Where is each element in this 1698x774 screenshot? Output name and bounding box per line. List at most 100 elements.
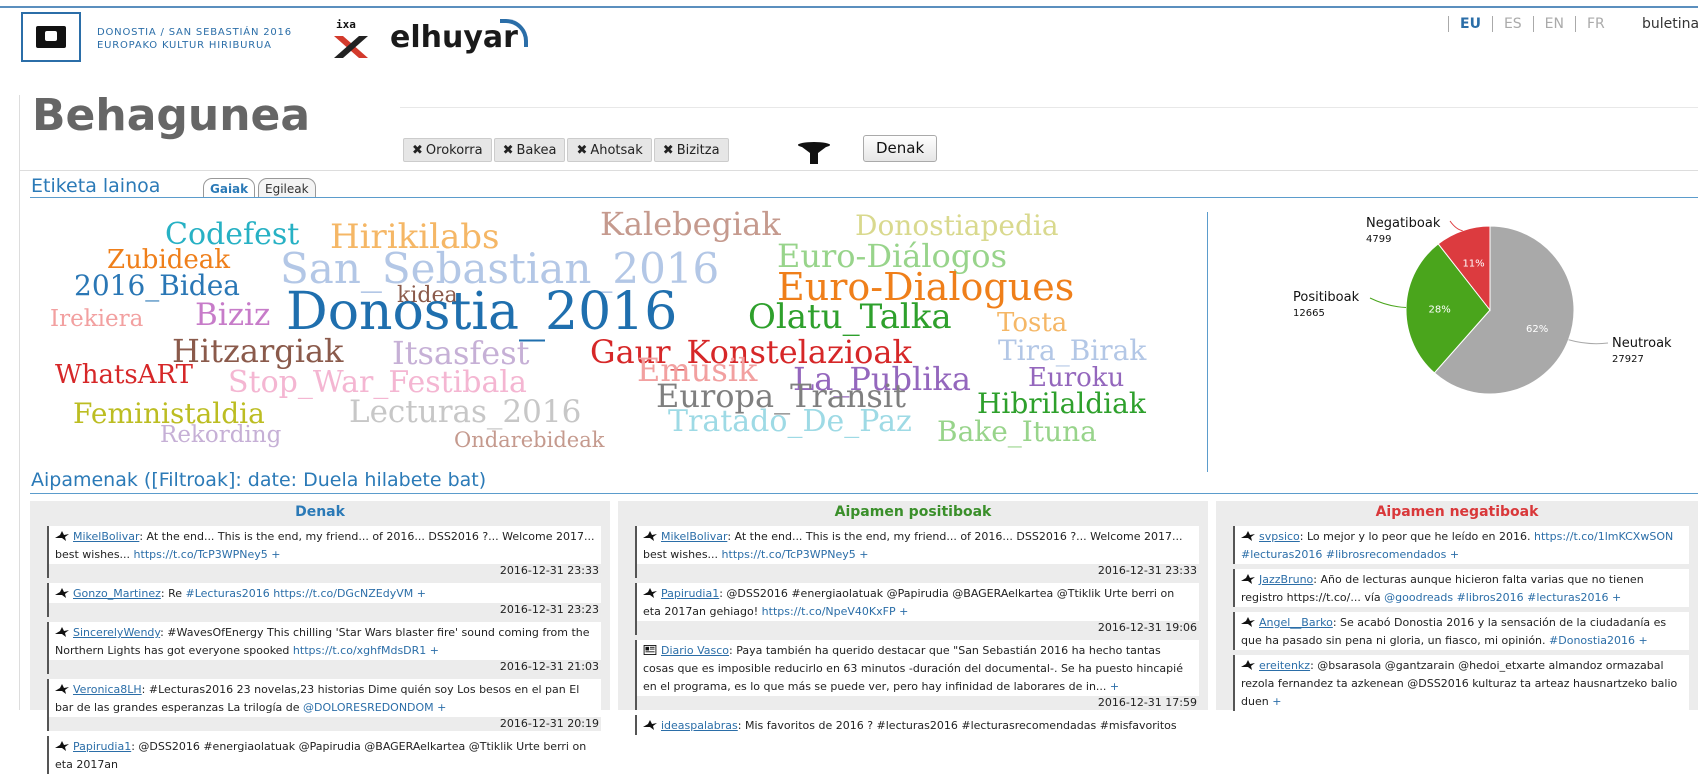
- mention-link[interactable]: #Donostia2016 +: [1549, 634, 1648, 647]
- lang-en[interactable]: EN: [1532, 16, 1575, 32]
- mention-date: 2016-12-31 19:06: [637, 621, 1199, 635]
- mention-user-link[interactable]: Gonzo_Martinez: [73, 587, 161, 600]
- tag-word[interactable]: Hibrilaldiak: [977, 390, 1146, 418]
- tag-word[interactable]: Rekording: [160, 424, 281, 447]
- mention-user-link[interactable]: Papirudia1: [661, 587, 719, 600]
- tag-word[interactable]: Tratado_De_Paz: [668, 407, 912, 437]
- mention-user-link[interactable]: JazzBruno: [1259, 573, 1313, 586]
- tag-word[interactable]: Biziz: [195, 300, 270, 331]
- mention-link[interactable]: +: [1272, 695, 1281, 708]
- column-heading: Aipamen negatiboak: [1375, 504, 1539, 520]
- mention-link[interactable]: https://t.co/NpeV40KxFP +: [762, 605, 909, 618]
- remove-icon: ✖: [412, 143, 423, 158]
- remove-icon: ✖: [502, 143, 514, 158]
- remove-icon: ✖: [576, 143, 588, 158]
- top-border: [0, 6, 1698, 8]
- funnel-icon[interactable]: [796, 140, 832, 166]
- mention-text: : Re: [160, 587, 186, 600]
- pie-category-label: Negatiboak: [1366, 216, 1441, 231]
- pie-percent-label: 11%: [1462, 258, 1484, 269]
- tag-word[interactable]: Hitzargiak: [172, 335, 343, 367]
- mention-user-link[interactable]: Papirudia1: [73, 740, 131, 753]
- mention-user-link[interactable]: Veronica8LH: [73, 683, 142, 696]
- capital-logo[interactable]: [21, 12, 81, 62]
- twitter-bird-icon: [1241, 660, 1255, 670]
- mention-user-link[interactable]: Diario Vasco: [661, 644, 729, 657]
- twitter-bird-icon: [55, 627, 69, 637]
- mention-date: 2016-12-31 23:33: [637, 564, 1199, 578]
- tag-word[interactable]: Tira_Birak: [998, 337, 1146, 365]
- elhuyar-logo[interactable]: elhuyar: [390, 20, 518, 55]
- pie-value-label: 27927: [1612, 354, 1644, 365]
- remove-icon: ✖: [662, 143, 674, 158]
- mention-user-link[interactable]: ideaspalabras: [661, 719, 738, 732]
- mention-link[interactable]: @goodreads #libros2016 #lecturas2016 +: [1384, 591, 1621, 604]
- pie-value-label: 4799: [1366, 234, 1391, 245]
- mentions-title: Aipamenak ([Filtroak]: date: Duela hilab…: [31, 469, 487, 491]
- twitter-bird-icon: [55, 741, 69, 751]
- tab-egileak[interactable]: Egileak: [258, 178, 316, 198]
- pie-leader-line: [1449, 220, 1463, 232]
- show-all-button[interactable]: Denak: [863, 135, 938, 162]
- mention-user-link[interactable]: ereitenkz: [1259, 659, 1310, 672]
- title-rule: [400, 107, 1698, 108]
- filter-chip-ahotsak[interactable]: ✖ Ahotsak: [567, 138, 652, 162]
- newsletter-link[interactable]: buletina: [1642, 16, 1698, 32]
- tag-cloud: Codefest Hirikilabs Kalebegiak Donostiapedi…: [0, 200, 1200, 460]
- mention-user-link[interactable]: SincerelyWendy: [73, 626, 160, 639]
- mention-item: ereitenkz: @bsarasola @gantzarain @hedoi…: [1233, 655, 1689, 711]
- mention-user-link[interactable]: MikelBolivar: [73, 530, 139, 543]
- filter-chip-bakea[interactable]: ✖ Bakea: [493, 138, 566, 162]
- mention-item: ideaspalabras: Mis favoritos de 2016 ? #…: [635, 715, 1199, 735]
- tag-word[interactable]: Kalebegiak: [600, 208, 781, 240]
- sentiment-pie-chart: 62% Neutroak 27927 28% Positiboak 12665 11% Neg…: [1290, 215, 1698, 425]
- column-negative: Aipamen negatiboak svpsico: Lo mejor y lo…: [1216, 501, 1698, 711]
- pie-value-label: 12665: [1293, 308, 1325, 319]
- language-switcher: EU ES EN FR: [1448, 16, 1616, 32]
- mention-user-link[interactable]: svpsico: [1259, 530, 1300, 543]
- column-all: Denak MikelBolivar: At the end... This is…: [30, 501, 610, 774]
- mention-link[interactable]: +: [1110, 680, 1119, 693]
- tag-word[interactable]: Donostia_2016: [286, 286, 677, 338]
- mention-user-link[interactable]: MikelBolivar: [661, 530, 727, 543]
- tag-word[interactable]: Irekiera: [50, 308, 143, 331]
- tag-word[interactable]: 2016_Bidea: [74, 272, 240, 300]
- filter-chip-orokorra[interactable]: ✖ Orokorra: [403, 138, 492, 162]
- mention-link[interactable]: https://t.co/TcP3WPNey5 +: [134, 548, 281, 561]
- capital-text: DONOSTIA / SAN SEBASTIÁN 2016 EUROPAKO K…: [97, 26, 292, 52]
- lang-eu[interactable]: EU: [1448, 16, 1492, 32]
- mention-link[interactable]: #Lecturas2016 https://t.co/DGcNZEdyVM +: [186, 587, 426, 600]
- tag-word[interactable]: Ondarebideak: [454, 430, 604, 451]
- pie-category-label: Neutroak: [1612, 336, 1672, 351]
- newspaper-icon: [643, 645, 657, 655]
- mention-user-link[interactable]: Angel__Barko: [1259, 616, 1333, 629]
- tab-gaiak[interactable]: Gaiak: [203, 178, 256, 198]
- tag-word[interactable]: Tosta: [997, 310, 1067, 336]
- ixa-x-icon: [334, 36, 368, 58]
- capital-logo-icon: [36, 26, 66, 48]
- tag-word[interactable]: Bake_Ituna: [937, 418, 1097, 446]
- tag-word[interactable]: Donostiapedia: [855, 212, 1059, 240]
- lang-fr[interactable]: FR: [1575, 16, 1616, 32]
- mention-link[interactable]: https://t.co/TcP3WPNey5 +: [722, 548, 869, 561]
- filter-chip-bizitza[interactable]: ✖ Bizitza: [653, 138, 729, 162]
- mention-link[interactable]: @DOLORESREDONDOM +: [303, 701, 446, 714]
- mention-text: : @DSS2016 #energiaolatuak @Papirudia @B…: [643, 587, 1175, 618]
- twitter-bird-icon: [55, 588, 69, 598]
- mention-item: Veronica8LH: #Lecturas2016 23 novelas,23…: [47, 679, 601, 731]
- mention-date: 2016-12-31 20:19: [49, 717, 601, 731]
- tag-word[interactable]: WhatsART: [55, 362, 193, 388]
- mention-item: Angel__Barko: Se acabó Donostia 2016 y l…: [1233, 612, 1689, 650]
- lang-es[interactable]: ES: [1491, 16, 1533, 32]
- mention-link[interactable]: https://t.co/xghfMdsDR1 +: [293, 644, 439, 657]
- tag-word[interactable]: Olatu_Talka: [748, 300, 952, 334]
- mention-text: : Mis favoritos de 2016 ? #lecturas2016 …: [737, 719, 1177, 732]
- pie-percent-label: 62%: [1526, 324, 1548, 335]
- twitter-bird-icon: [643, 720, 657, 730]
- mention-item: Papirudia1: @DSS2016 #energiaolatuak @Pa…: [635, 583, 1199, 635]
- column-positive: Aipamen positiboak MikelBolivar: At the e…: [618, 501, 1208, 735]
- tag-word[interactable]: Lecturas_2016: [349, 397, 581, 428]
- pie-svg: 62% Neutroak 27927 28% Positiboak 12665 11% Neg…: [1293, 216, 1672, 395]
- mention-date: 2016-12-31 23:33: [49, 564, 601, 578]
- mention-date: 2016-12-31 17:59: [637, 696, 1199, 710]
